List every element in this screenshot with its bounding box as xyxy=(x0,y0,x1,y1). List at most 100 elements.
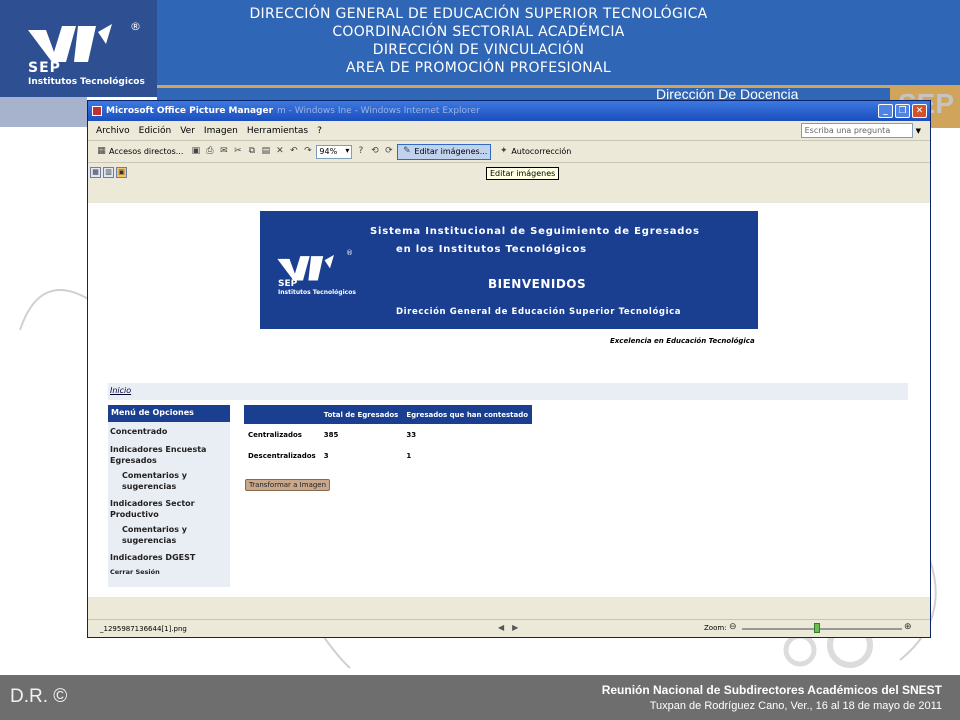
hero-logo-subtitle: Institutos Tecnológicos xyxy=(278,289,356,296)
thumbnail-view-icon[interactable]: ▦ xyxy=(90,166,101,178)
autocorrect-label: Autocorrección xyxy=(511,147,572,156)
table-cell: 385 xyxy=(323,430,339,439)
menu-item-cerrar-sesion[interactable]: Cerrar Sesión xyxy=(108,567,230,578)
banner-line-2: COORDINACIÓN SECTORIAL ACADÉMCIA xyxy=(332,24,625,40)
rotate-left-icon[interactable]: ⟲ xyxy=(369,146,380,157)
previous-icon[interactable]: ◀ xyxy=(498,623,512,632)
table-cell: 3 xyxy=(323,451,329,460)
table-header-total: Total de Egresados xyxy=(319,405,403,424)
status-filename: _1295987136644[1].png xyxy=(100,624,187,633)
logo-text: SEP xyxy=(28,60,61,76)
hero-logo-text: SEP xyxy=(278,279,298,289)
copyright-mark: D.R. © xyxy=(10,686,68,707)
sep-logo-box: ® SEP Institutos Tecnológicos xyxy=(0,0,157,97)
ask-dropdown-icon[interactable]: ▼ xyxy=(916,127,921,135)
save-icon[interactable]: ▣ xyxy=(190,146,201,157)
excellence-slogan: Excelencia en Educación Tecnológica xyxy=(610,337,755,345)
window-title: Microsoft Office Picture Manager xyxy=(106,106,274,116)
hero-title-line-1: Sistema Institucional de Seguimiento de … xyxy=(370,226,700,237)
zoom-slider[interactable] xyxy=(742,623,902,633)
menu-ver[interactable]: Ver xyxy=(180,126,195,136)
welcome-banner: ® SEP Institutos Tecnológicos Sistema In… xyxy=(260,211,758,329)
table-header-empty xyxy=(244,405,320,424)
transform-image-button[interactable]: Transformar a Imagen xyxy=(245,479,330,491)
table-row: Descentralizados 3 1 xyxy=(244,445,532,466)
app-icon xyxy=(92,106,102,116)
minimize-button[interactable]: _ xyxy=(878,104,893,118)
hero-welcome: BIENVENIDOS xyxy=(488,277,587,291)
breadcrumb[interactable]: Inicio xyxy=(108,383,908,400)
menu-archivo[interactable]: Archivo xyxy=(96,126,130,136)
autocorrect-button[interactable]: ✦ Autocorrección xyxy=(494,144,575,160)
zoom-in-icon[interactable]: ⊕ xyxy=(904,622,912,632)
menu-herramientas[interactable]: Herramientas xyxy=(247,126,308,136)
ask-question-input[interactable]: Escriba una pregunta xyxy=(800,123,913,138)
title-bar[interactable]: Microsoft Office Picture Manager m - Win… xyxy=(88,101,930,121)
nav-arrows: ◀▶ xyxy=(498,623,526,632)
table-cell: 1 xyxy=(406,451,412,460)
header-banner: DIRECCIÓN GENERAL DE EDUCACIÓN SUPERIOR … xyxy=(157,0,960,88)
table-row: Centralizados 385 33 xyxy=(244,424,532,445)
menu-item-indicadores-dgest[interactable]: Indicadores DGEST xyxy=(108,552,230,563)
undo-icon[interactable]: ↶ xyxy=(288,146,299,157)
table-cell: 33 xyxy=(406,430,417,439)
delete-icon[interactable]: ✕ xyxy=(274,146,285,157)
graduates-table: Total de Egresados Egresados que han con… xyxy=(244,405,533,466)
zoom-select[interactable]: 94% xyxy=(316,144,353,159)
restore-button[interactable]: ❐ xyxy=(895,104,910,118)
view-toolbar: ▦ ▥ ▣ Editar imágenes xyxy=(88,163,930,181)
picture-manager-window: Microsoft Office Picture Manager m - Win… xyxy=(87,100,931,638)
status-bar: _1295987136644[1].png ◀▶ Zoom: ⊖ ⊕ xyxy=(88,619,930,637)
logo-subtitle: Institutos Tecnológicos xyxy=(28,77,145,87)
edit-images-icon: ✎ xyxy=(403,146,411,156)
menu-item-indicadores-sector[interactable]: Indicadores Sector Productivo xyxy=(108,498,230,520)
menu-item-indicadores-encuesta[interactable]: Indicadores Encuesta Egresados xyxy=(108,444,230,466)
banner-line-3: DIRECCIÓN DE VINCULACIÓN xyxy=(372,42,585,58)
edit-images-button[interactable]: ✎ Editar imágenes... xyxy=(397,143,492,160)
table-cell: Centralizados xyxy=(248,430,302,439)
single-view-icon[interactable]: ▣ xyxy=(116,166,127,178)
hero-title-line-2: en los Institutos Tecnológicos xyxy=(396,244,587,255)
menu-edicion[interactable]: Edición xyxy=(139,126,172,136)
window-title-ghost: m - Windows Ine - Windows Internet Explo… xyxy=(277,106,480,116)
paste-icon[interactable]: ▤ xyxy=(260,146,271,157)
menu-imagen[interactable]: Imagen xyxy=(204,126,238,136)
zoom-out-icon[interactable]: ⊖ xyxy=(729,622,737,632)
next-icon[interactable]: ▶ xyxy=(512,623,526,632)
table-cell: Descentralizados xyxy=(248,451,316,460)
standard-toolbar: ▦ Accesos directos... ▣ ⎙ ✉ ✂ ⧉ ▤ ✕ ↶ ↷ … xyxy=(88,141,930,163)
rotate-right-icon[interactable]: ⟳ xyxy=(383,146,394,157)
footer: D.R. © Reunión Nacional de Subdirectores… xyxy=(0,675,960,720)
close-button[interactable]: ✕ xyxy=(912,104,927,118)
menu-bar: Archivo Edición Ver Imagen Herramientas … xyxy=(88,121,930,141)
redo-icon[interactable]: ↷ xyxy=(302,146,313,157)
status-zoom-label: Zoom: xyxy=(704,624,727,632)
footer-event: Reunión Nacional de Subdirectores Académ… xyxy=(601,683,942,697)
autocorrect-icon: ✦ xyxy=(500,146,508,156)
footer-location: Tuxpan de Rodríguez Cano, Ver., 16 al 18… xyxy=(649,700,942,712)
menu-item-concentrado[interactable]: Concentrado xyxy=(108,426,230,437)
filmstrip-view-icon[interactable]: ▥ xyxy=(103,166,114,178)
cut-icon[interactable]: ✂ xyxy=(232,146,243,157)
table-header-answered: Egresados que han contestado xyxy=(402,405,533,424)
menu-help[interactable]: ? xyxy=(317,126,322,136)
mail-icon[interactable]: ✉ xyxy=(218,146,229,157)
options-menu: Menú de Opciones Concentrado Indicadores… xyxy=(108,405,230,587)
print-icon[interactable]: ⎙ xyxy=(204,146,215,157)
copy-icon[interactable]: ⧉ xyxy=(246,146,257,157)
menu-item-comentarios-1[interactable]: Comentarios y sugerencias xyxy=(108,470,230,492)
banner-line-4: AREA DE PROMOCIÓN PROFESIONAL xyxy=(345,60,612,76)
shortcuts-button[interactable]: ▦ Accesos directos... xyxy=(92,144,187,160)
shortcuts-icon: ▦ xyxy=(97,146,106,156)
tooltip: Editar imágenes xyxy=(486,167,560,180)
table-header-row: Total de Egresados Egresados que han con… xyxy=(244,405,533,424)
help-icon[interactable]: ? xyxy=(355,146,366,157)
menu-item-comentarios-2[interactable]: Comentarios y sugerencias xyxy=(108,524,230,546)
options-menu-title: Menú de Opciones xyxy=(108,405,230,422)
canvas-top-band xyxy=(88,181,930,203)
zoom-slider-thumb[interactable] xyxy=(814,623,820,633)
edit-images-label: Editar imágenes... xyxy=(414,147,488,156)
canvas-bottom-band xyxy=(88,597,930,619)
hero-registered: ® xyxy=(346,249,353,257)
hero-dgest: Dirección General de Educación Superior … xyxy=(396,307,682,317)
